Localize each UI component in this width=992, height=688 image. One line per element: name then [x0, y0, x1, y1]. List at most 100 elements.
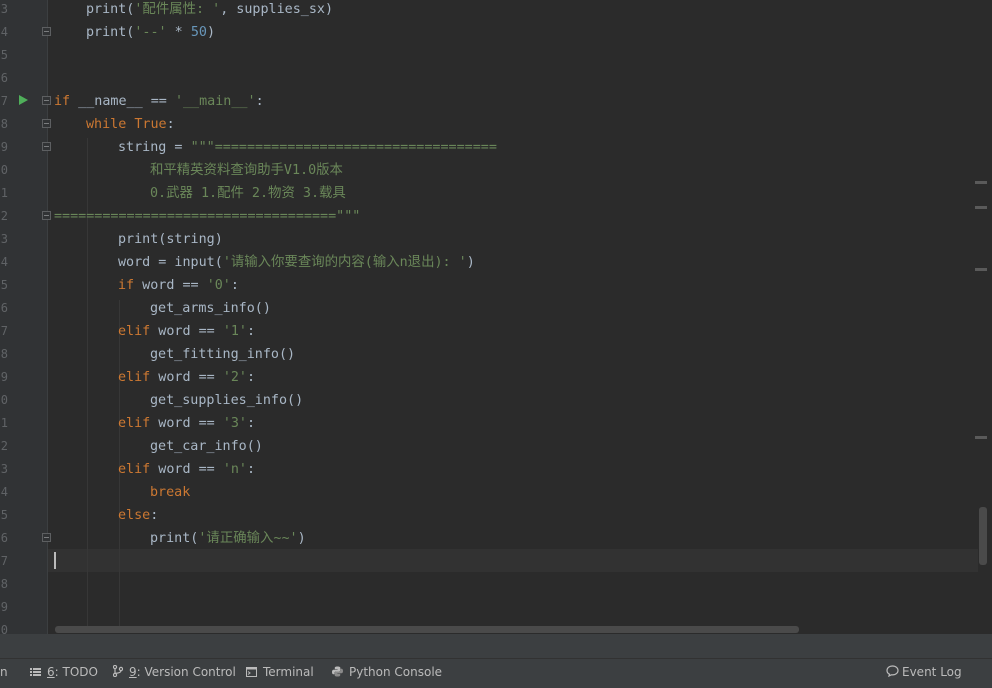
stripe-marker[interactable] [975, 206, 987, 209]
line-number: 4 [0, 25, 8, 39]
line-number: 5 [0, 508, 8, 522]
line-number: 8 [0, 117, 8, 131]
code-token: if [118, 278, 135, 293]
todo-tab[interactable]: 6: TODO [30, 659, 98, 685]
run-tab[interactable]: n [0, 659, 8, 685]
code-token: elif [118, 462, 151, 477]
code-line: print(string) [118, 228, 223, 251]
horizontal-scrollbar[interactable] [55, 626, 799, 633]
fold-icon[interactable] [42, 142, 51, 151]
line-number: 2 [0, 439, 8, 453]
code-token: word == [134, 278, 207, 293]
code-token: string = [118, 140, 191, 155]
run-arrow-icon[interactable] [19, 95, 28, 105]
code-line: get_supplies_info() [150, 389, 303, 412]
version-control-tab[interactable]: 9: Version Control [112, 659, 236, 685]
code-token: word == [150, 370, 223, 385]
line-number: 9 [0, 600, 8, 614]
code-token: print( [86, 25, 135, 40]
code-token: word = input( [118, 255, 223, 270]
fold-icon[interactable] [42, 211, 51, 220]
code-token: 50 [190, 25, 207, 40]
line-number: 3 [0, 462, 8, 476]
code-token: word == [150, 462, 223, 477]
code-line: get_car_info() [150, 435, 263, 458]
event-log-tab[interactable]: Event Log [886, 659, 962, 685]
run-tab-label: n [0, 665, 8, 679]
code-line: ===================================""" [54, 205, 360, 228]
line-number: 4 [0, 255, 8, 269]
line-number: 7 [0, 324, 8, 338]
version-control-tab-number: 9 [129, 665, 137, 679]
code-token: : [247, 416, 256, 431]
stripe-marker[interactable] [975, 268, 987, 271]
code-line: elif word == '1': [118, 320, 255, 343]
code-token: get_car_info() [150, 439, 263, 454]
line-number: 0 [0, 163, 8, 177]
code-token: : [247, 462, 256, 477]
code-line: get_arms_info() [150, 297, 271, 320]
event-log-icon [886, 660, 899, 686]
code-token: '3' [222, 416, 247, 431]
status-bar [0, 684, 992, 688]
code-token: ) [466, 255, 475, 270]
code-line: if word == '0': [118, 274, 239, 297]
code-token: '--' [134, 25, 167, 40]
code-token: get_fitting_info() [150, 347, 296, 362]
code-line: else: [118, 504, 158, 527]
code-token: '__main__' [174, 94, 256, 109]
code-line: print('配件属性: ', supplies_sx) [86, 0, 333, 21]
code-line: get_fitting_info() [150, 343, 295, 366]
stripe-marker[interactable] [975, 181, 987, 184]
code-token: """=================================== [190, 140, 497, 155]
fold-icon[interactable] [42, 119, 51, 128]
code-token: '2' [222, 370, 247, 385]
line-number: 4 [0, 485, 8, 499]
stripe-marker[interactable] [975, 436, 987, 439]
line-number: 0 [0, 393, 8, 407]
code-token: '请正确输入~~' [198, 531, 298, 546]
code-token: __name__ == [70, 94, 175, 109]
fold-icon[interactable] [42, 533, 51, 542]
code-token: while [86, 117, 127, 132]
code-token: word == [150, 324, 223, 339]
code-token: 0.武器 1.配件 2.物资 3.载具 [150, 186, 346, 201]
python-console-tab[interactable]: Python Console [332, 659, 442, 685]
fold-icon[interactable] [42, 96, 51, 105]
code-editor[interactable]: 3456789012345678901234567890 print('配件属性… [0, 0, 992, 640]
line-number: 1 [0, 416, 8, 430]
code-token: 和平精英资料查询助手V1.0版本 [150, 163, 343, 178]
code-token: get_arms_info() [150, 301, 271, 316]
todo-tab-label: : TODO [54, 665, 98, 679]
code-token: * [166, 25, 191, 40]
code-token: 'n' [222, 462, 247, 477]
code-token: print( [150, 531, 199, 546]
terminal-tab-label: Terminal [263, 665, 314, 679]
code-token: '请输入你要查询的内容(输入n退出): ' [222, 255, 467, 270]
line-number: 8 [0, 347, 8, 361]
tool-window-strip [0, 634, 992, 658]
line-number: 6 [0, 71, 8, 85]
line-number: 9 [0, 370, 8, 384]
line-number: 8 [0, 577, 8, 591]
code-line: 0.武器 1.配件 2.物资 3.载具 [150, 182, 346, 205]
code-token: : [255, 94, 264, 109]
code-line: print('--' * 50) [86, 21, 215, 44]
code-line: string = """============================… [118, 136, 497, 159]
tool-window-bar: n 6: TODO 9: Version Control Terminal Py… [0, 658, 992, 685]
line-number: 7 [0, 94, 8, 108]
line-number: 7 [0, 554, 8, 568]
line-number: 6 [0, 301, 8, 315]
code-token: print( [86, 2, 135, 17]
code-token: : [247, 324, 256, 339]
code-token: elif [118, 416, 151, 431]
vertical-scrollbar[interactable] [979, 507, 987, 565]
todo-list-icon [30, 660, 41, 686]
terminal-tab[interactable]: Terminal [246, 659, 314, 685]
line-number: 3 [0, 2, 8, 16]
code-line: if __name__ == '__main__': [54, 90, 264, 113]
code-line: 和平精英资料查询助手V1.0版本 [150, 159, 343, 182]
code-line: elif word == '3': [118, 412, 255, 435]
line-number: 1 [0, 186, 8, 200]
fold-icon[interactable] [42, 27, 51, 36]
